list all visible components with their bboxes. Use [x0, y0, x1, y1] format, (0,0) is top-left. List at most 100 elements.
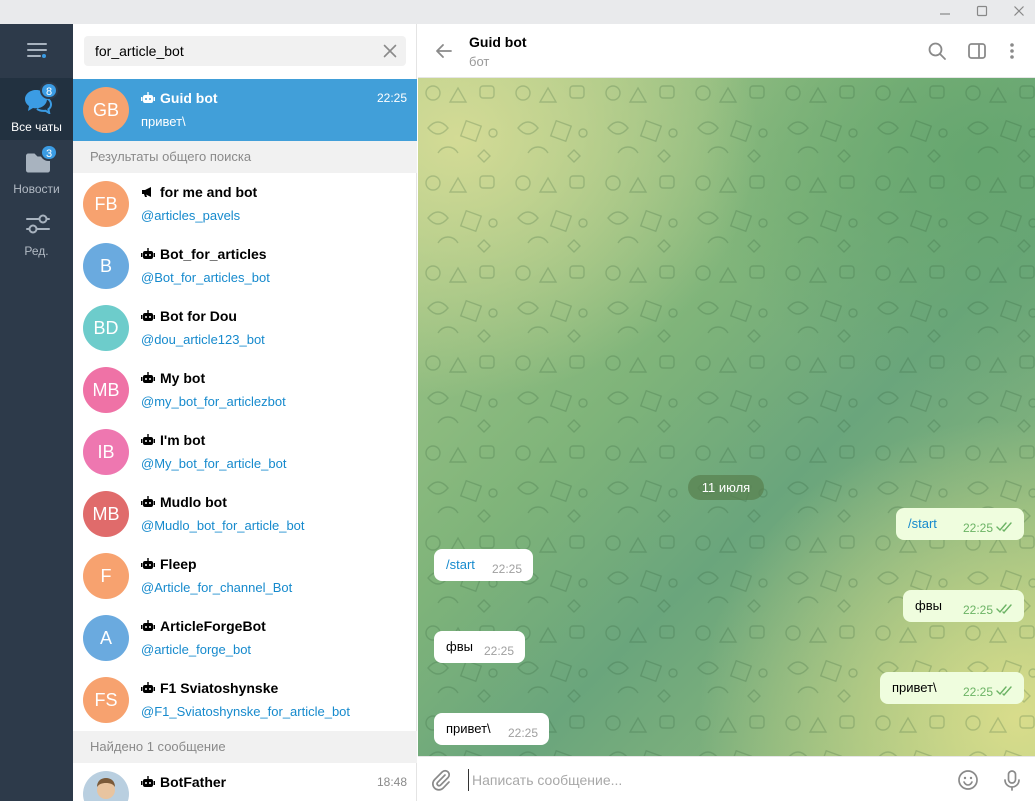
maximize-icon[interactable]	[962, 0, 1002, 24]
message-text: привет\	[892, 680, 937, 695]
chat-title[interactable]: Guid bot	[469, 34, 527, 50]
chat-preview: привет\	[141, 114, 186, 129]
search-result-row[interactable]: F Fleep @Article_for_channel_Bot	[73, 545, 417, 607]
folder-news[interactable]: 3 Новости	[0, 140, 73, 202]
message-text: привет\	[446, 721, 491, 736]
chat-name: Guid bot	[141, 90, 218, 106]
sidebar-toggle-icon[interactable]	[967, 41, 987, 61]
message-time: 22:25	[483, 644, 514, 658]
message-bubble-outgoing[interactable]: /start 22:25	[896, 508, 1024, 540]
channel-icon	[142, 187, 151, 197]
chat-name: ArticleForgeBot	[141, 618, 266, 634]
search-result-row[interactable]: BD Bot for Dou @dou_article123_bot	[73, 297, 417, 359]
bot-icon	[141, 620, 155, 631]
chat-name: for me and bot	[141, 184, 257, 200]
message-time: 22:25	[962, 603, 993, 617]
microphone-icon[interactable]	[1001, 769, 1023, 791]
message-bubble-incoming[interactable]: привет\ 22:25	[434, 713, 549, 745]
chat-name-text: Bot for Dou	[160, 308, 237, 324]
unread-badge: 8	[40, 82, 59, 99]
message-text[interactable]: /start	[908, 516, 937, 531]
chat-list-panel: GB Guid bot привет\ 22:25 Результаты общ…	[73, 24, 417, 801]
message-text: фвы	[915, 598, 942, 613]
chat-name-text: F1 Sviatoshynske	[160, 680, 279, 696]
message-composer	[418, 756, 1035, 801]
minimize-icon[interactable]	[925, 0, 965, 24]
chat-username: @article_forge_bot	[141, 642, 252, 657]
more-vertical-icon[interactable]	[1002, 41, 1022, 61]
chat-header: Guid bot бот	[418, 24, 1035, 78]
chat-name-text: Fleep	[160, 556, 197, 572]
bot-icon	[141, 558, 155, 569]
bot-icon	[141, 776, 155, 787]
chat-history[interactable]: 11 июля /start 22:25 /start 22:25 фвы 22…	[418, 78, 1035, 756]
clear-search-icon[interactable]	[382, 43, 398, 59]
search-result-row[interactable]: B Bot_for_articles @Bot_for_articles_bot	[73, 235, 417, 297]
chat-username: @my_bot_for_articlezbot	[141, 394, 286, 409]
message-bubble-incoming[interactable]: /start 22:25	[434, 549, 533, 581]
bot-icon	[141, 248, 155, 259]
folder-label: Ред.	[24, 244, 49, 258]
message-time: 22:25	[507, 726, 538, 740]
chat-username: @Mudlo_bot_for_article_bot	[141, 518, 305, 533]
chat-username: @Bot_for_articles_bot	[141, 270, 270, 285]
search-icon[interactable]	[927, 41, 947, 61]
hamburger-icon[interactable]	[0, 24, 73, 78]
date-separator: 11 июля	[688, 475, 764, 500]
chat-name-text: ArticleForgeBot	[160, 618, 266, 634]
chat-status: бот	[469, 54, 490, 69]
chat-name: I'm bot	[141, 432, 205, 448]
search-result-row[interactable]: A ArticleForgeBot @article_forge_bot	[73, 607, 417, 669]
avatar: MB	[83, 367, 129, 413]
message-result-row[interactable]: BotFather 18:48	[73, 763, 417, 801]
chat-username: @F1_Sviatoshynske_for_article_bot	[141, 704, 351, 719]
chat-name: My bot	[141, 370, 205, 386]
section-messages: Найдено 1 сообщение	[73, 731, 417, 763]
chat-username: @articles_pavels	[141, 208, 241, 223]
folder-label: Новости	[13, 182, 60, 196]
message-bubble-outgoing[interactable]: привет\ 22:25	[880, 672, 1024, 704]
message-input[interactable]	[468, 769, 928, 791]
avatar: A	[83, 615, 129, 661]
search-result-row[interactable]: MB Mudlo bot @Mudlo_bot_for_article_bot	[73, 483, 417, 545]
chat-name-text: I'm bot	[160, 432, 206, 448]
search-result-row[interactable]: IB I'm bot @My_bot_for_article_bot	[73, 421, 417, 483]
close-icon[interactable]	[999, 0, 1035, 24]
bot-icon	[141, 310, 155, 321]
folder-edit[interactable]: Ред.	[0, 202, 73, 264]
bot-icon	[141, 92, 155, 103]
message-text: фвы	[446, 639, 473, 654]
message-bubble-incoming[interactable]: фвы 22:25	[434, 631, 525, 663]
chat-name: Bot_for_articles	[141, 246, 267, 262]
attach-icon[interactable]	[430, 769, 452, 791]
chat-name-text: My bot	[160, 370, 206, 386]
avatar: MB	[83, 491, 129, 537]
search-box	[84, 36, 406, 66]
avatar: B	[83, 243, 129, 289]
avatar	[83, 771, 129, 801]
chat-name: BotFather	[141, 774, 226, 790]
chat-name: F1 Sviatoshynske	[141, 680, 278, 696]
chat-name: Bot for Dou	[141, 308, 237, 324]
search-input[interactable]	[95, 36, 375, 66]
back-arrow-icon[interactable]	[434, 41, 454, 66]
chat-time: 22:25	[376, 91, 407, 105]
folder-label: Все чаты	[11, 120, 62, 134]
emoji-icon[interactable]	[957, 769, 979, 791]
chat-name-text: Bot_for_articles	[160, 246, 267, 262]
chat-username: @dou_article123_bot	[141, 332, 265, 347]
message-text[interactable]: /start	[446, 557, 475, 572]
search-result-row[interactable]: MB My bot @my_bot_for_articlezbot	[73, 359, 417, 421]
chat-name-text: Guid bot	[160, 90, 218, 106]
avatar: BD	[83, 305, 129, 351]
chat-name: Mudlo bot	[141, 494, 227, 510]
sliders-icon	[24, 212, 52, 238]
chat-row-guid-bot[interactable]: GB Guid bot привет\ 22:25	[73, 79, 417, 141]
message-time: 22:25	[962, 685, 993, 699]
search-result-row[interactable]: FS F1 Sviatoshynske @F1_Sviatoshynske_for_…	[73, 669, 417, 731]
bot-icon	[141, 372, 155, 383]
folder-all-chats[interactable]: 8 Все чаты	[0, 78, 73, 140]
search-result-row[interactable]: FB for me and bot @articles_pavels	[73, 173, 417, 235]
message-bubble-outgoing[interactable]: фвы 22:25	[903, 590, 1024, 622]
avatar: FS	[83, 677, 129, 723]
